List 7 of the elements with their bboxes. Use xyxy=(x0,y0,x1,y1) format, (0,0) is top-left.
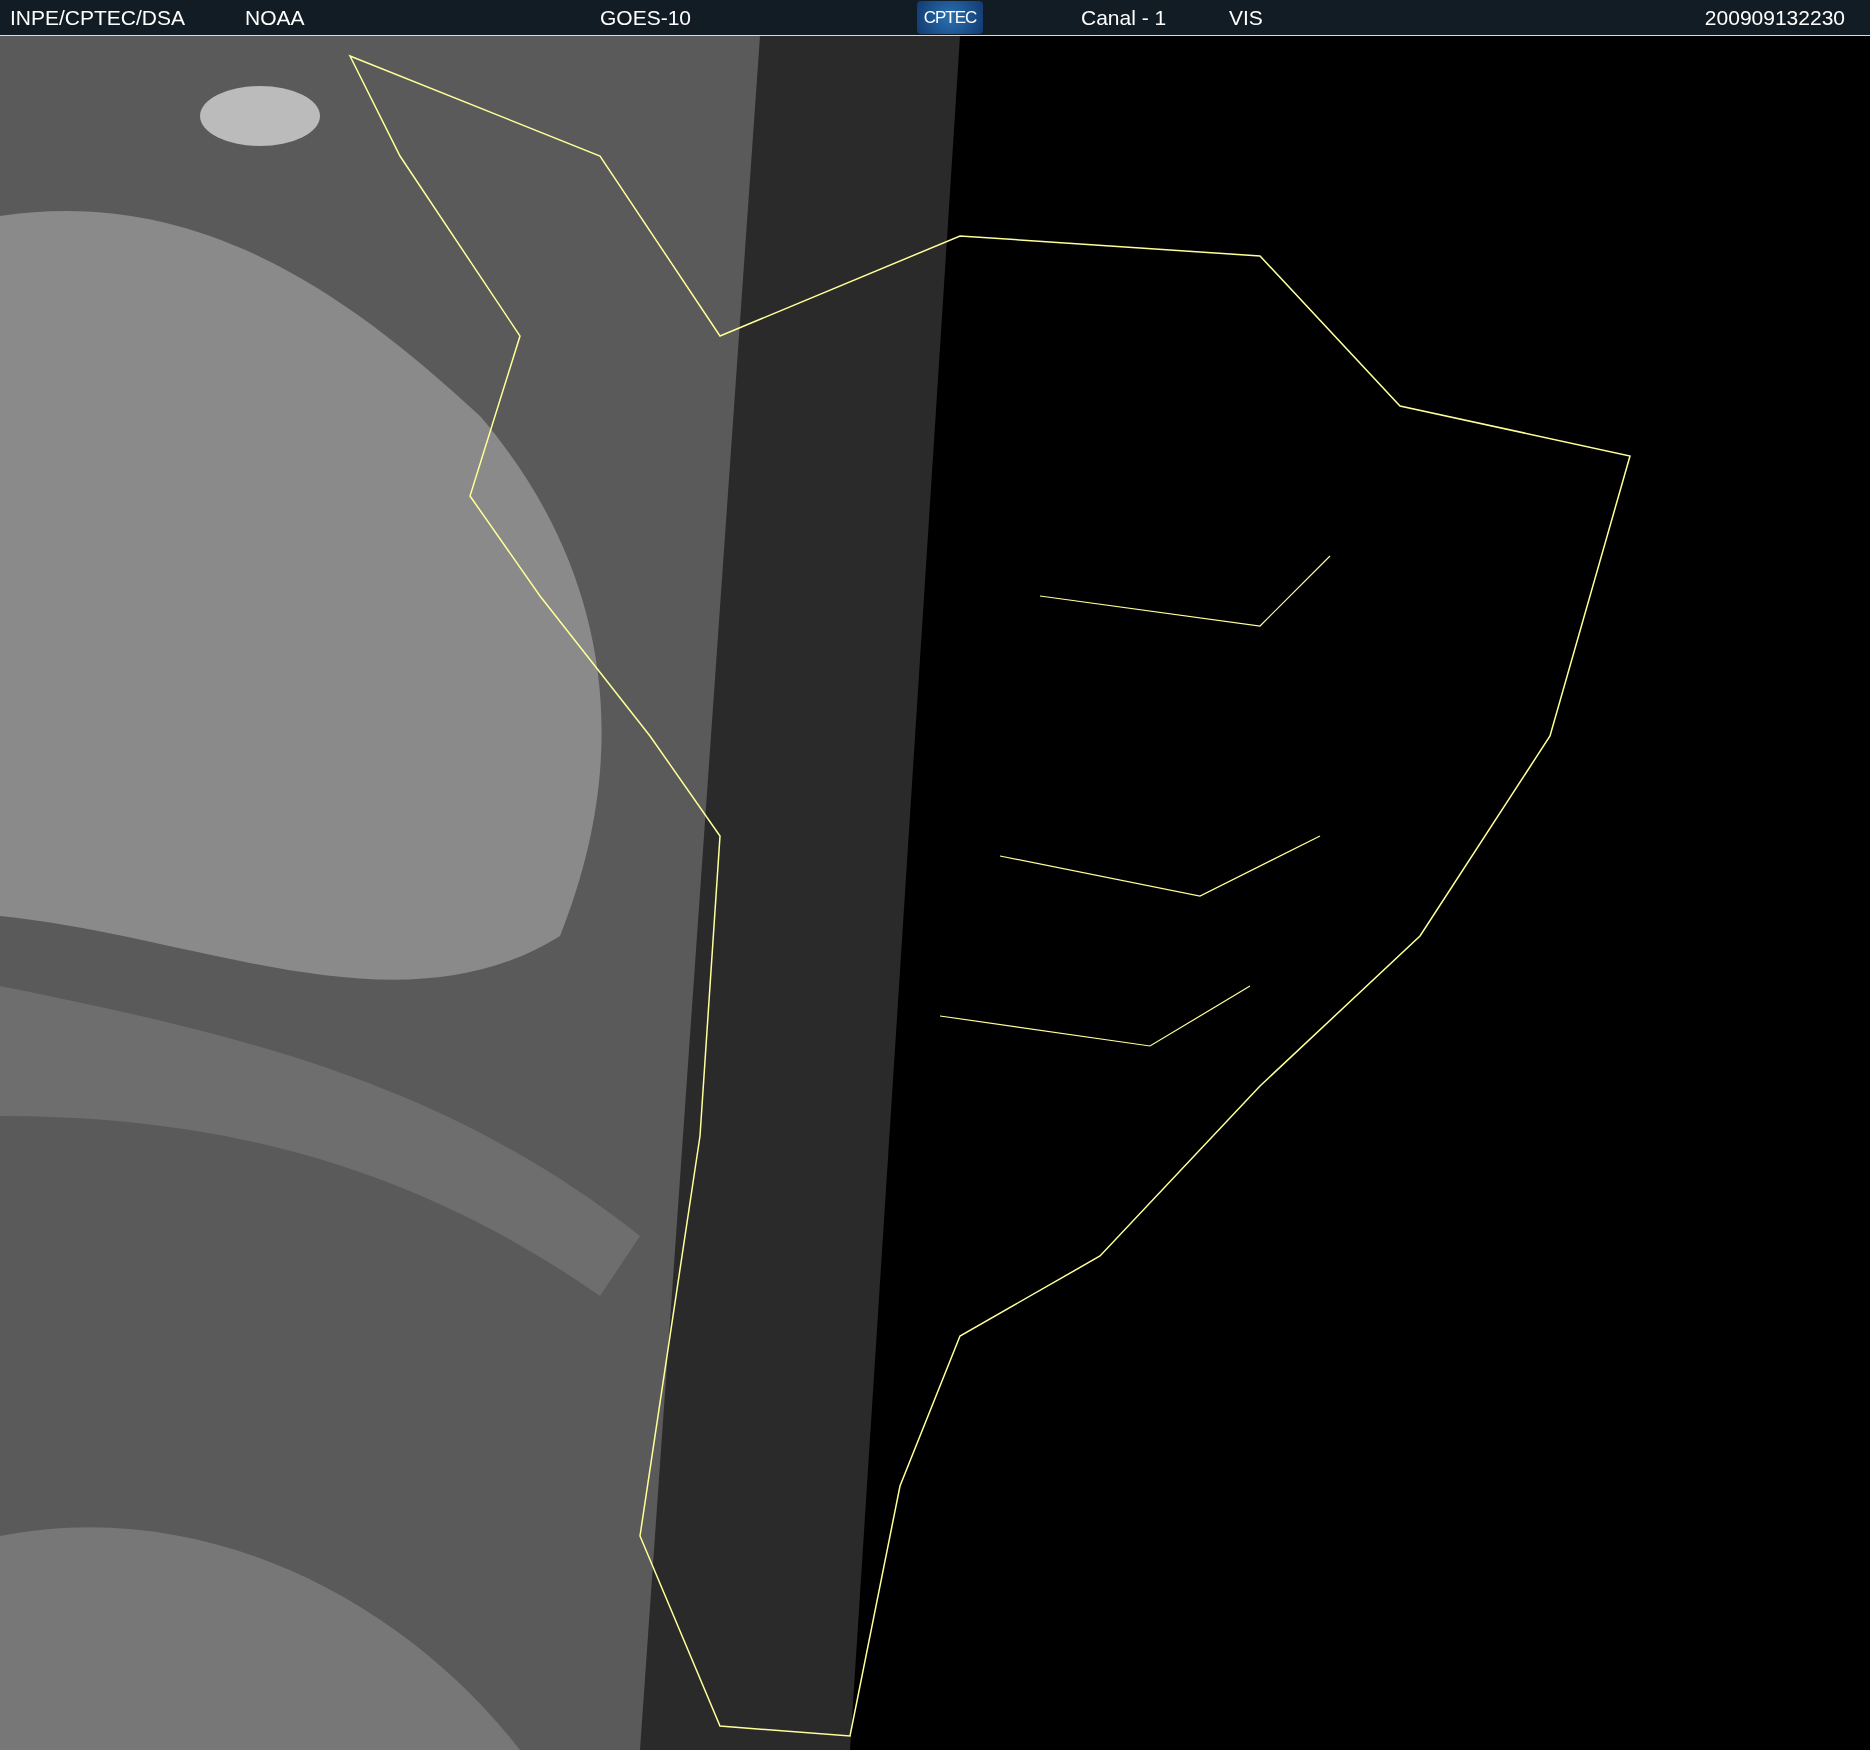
logo: CPTEC xyxy=(917,1,983,34)
agency-label: NOAA xyxy=(245,5,306,30)
satellite-label: GOES-10 xyxy=(600,5,693,30)
band-label: VIS xyxy=(1229,5,1264,30)
source-label: INPE/CPTEC/DSA xyxy=(10,5,187,30)
timestamp-label: 200909132230 xyxy=(1704,5,1846,30)
channel-label: Canal - 1 xyxy=(1080,5,1168,30)
